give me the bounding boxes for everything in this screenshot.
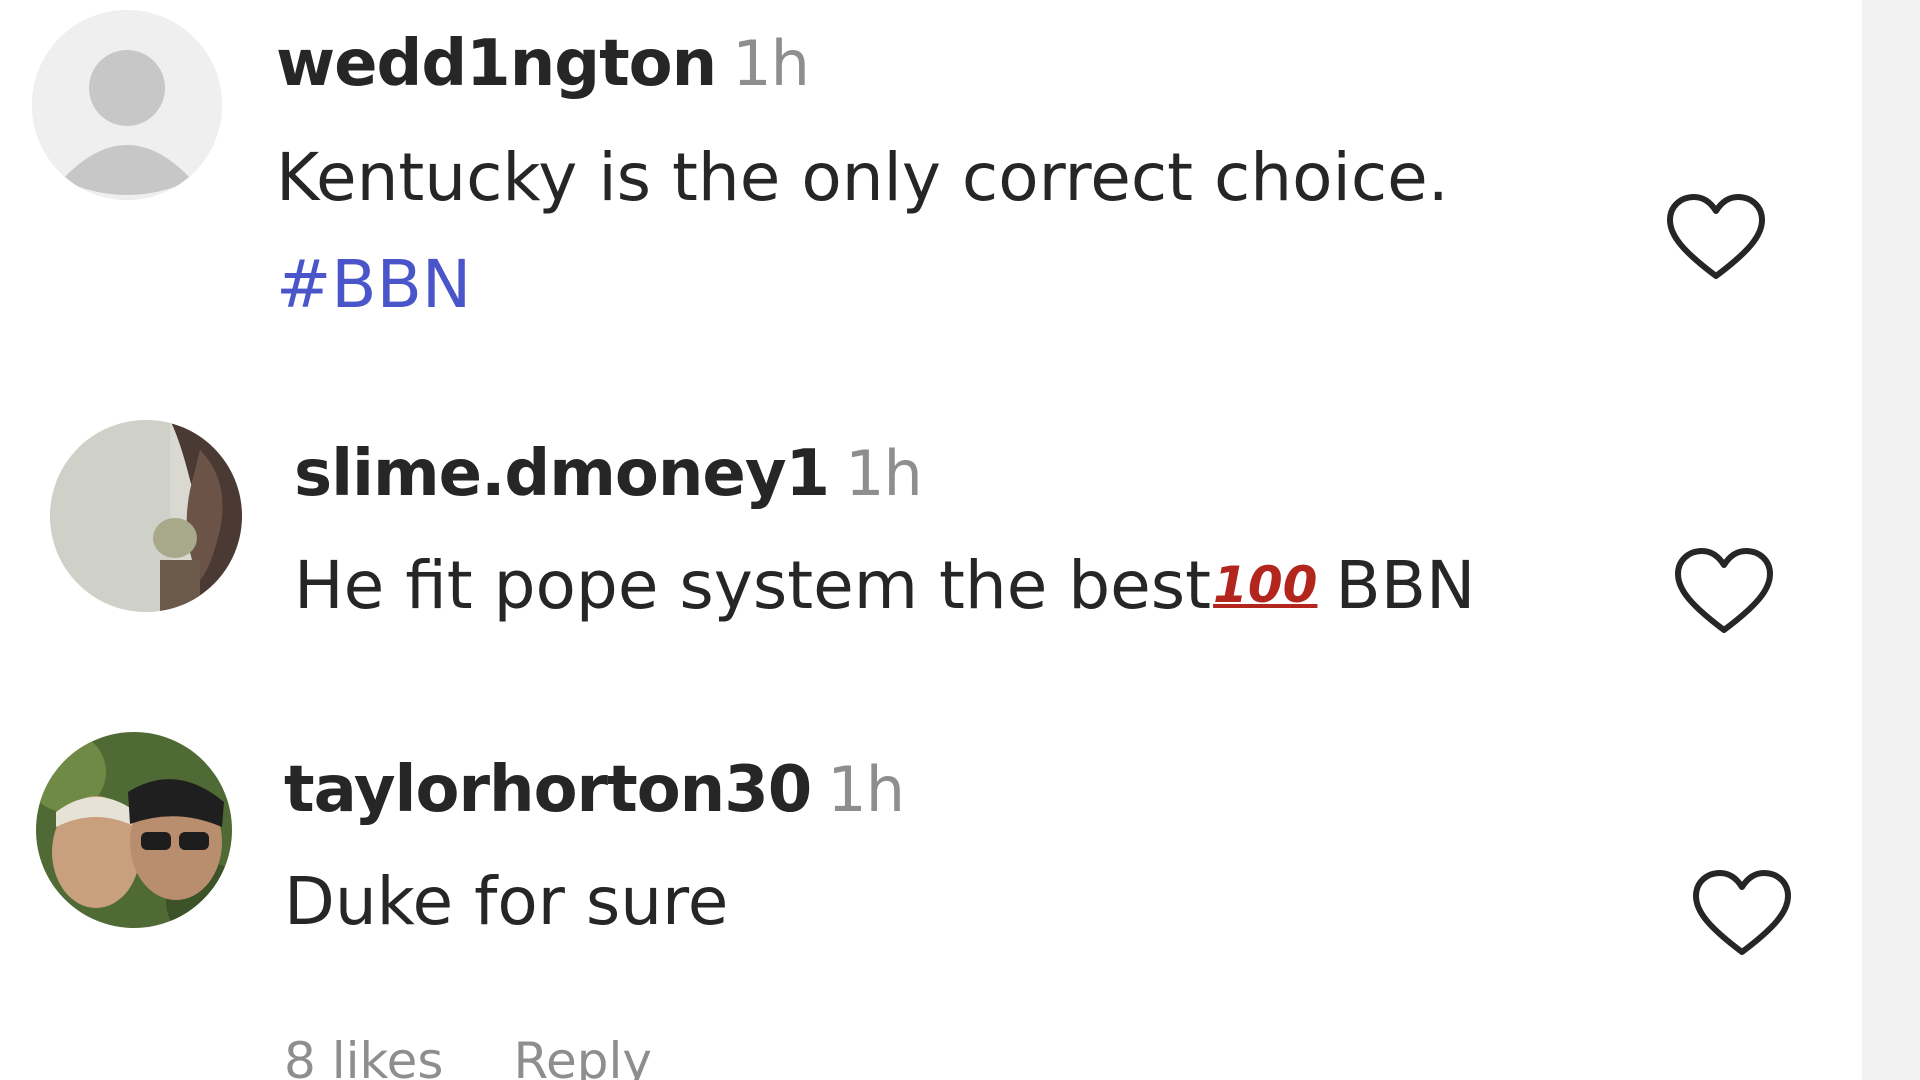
like-button[interactable]	[1664, 192, 1768, 284]
comment-username[interactable]: slime.dmoney1 1h	[294, 442, 923, 506]
avatar[interactable]	[32, 10, 222, 200]
comment-timestamp: 1h	[732, 27, 810, 100]
comment-text: Duke for sure	[284, 863, 729, 940]
heart-outline-icon	[1667, 194, 1765, 279]
comment-text: Kentucky is the only correct choice.	[276, 139, 1449, 216]
comment-username[interactable]: wedd1ngton 1h	[276, 32, 810, 96]
comment-actions: 8 likes Reply	[284, 1036, 722, 1080]
user-photo-avatar	[50, 420, 242, 612]
avatar[interactable]	[50, 420, 242, 612]
comments-panel: wedd1ngton 1h Kentucky is the only correc…	[0, 0, 1920, 1080]
comment-timestamp: 1h	[827, 753, 905, 826]
reply-button[interactable]: Reply	[513, 1032, 651, 1080]
heart-outline-icon	[1675, 548, 1773, 633]
hundred-points-icon: 100	[1213, 556, 1318, 614]
user-photo-avatar	[36, 732, 232, 928]
comment-item: slime.dmoney1 1h He fit pope system the b…	[0, 400, 1860, 700]
comment-username[interactable]: taylorhorton30 1h	[284, 758, 905, 822]
scrollbar-track[interactable]	[1862, 0, 1920, 1080]
comment-item: taylorhorton30 1h Duke for sure 8 likes Re…	[0, 720, 1860, 1080]
default-user-avatar-icon	[32, 10, 222, 200]
comment-text: He fit pope system the best100 BBN	[294, 547, 1476, 624]
hashtag-link[interactable]: #BBN	[276, 245, 471, 324]
avatar[interactable]	[36, 732, 232, 928]
likes-count[interactable]: 8 likes	[284, 1032, 443, 1080]
comment-item: wedd1ngton 1h Kentucky is the only correc…	[0, 0, 1860, 340]
like-button[interactable]	[1672, 546, 1776, 638]
like-button[interactable]	[1690, 868, 1794, 960]
heart-outline-icon	[1693, 870, 1791, 955]
comment-timestamp: 1h	[845, 437, 923, 510]
